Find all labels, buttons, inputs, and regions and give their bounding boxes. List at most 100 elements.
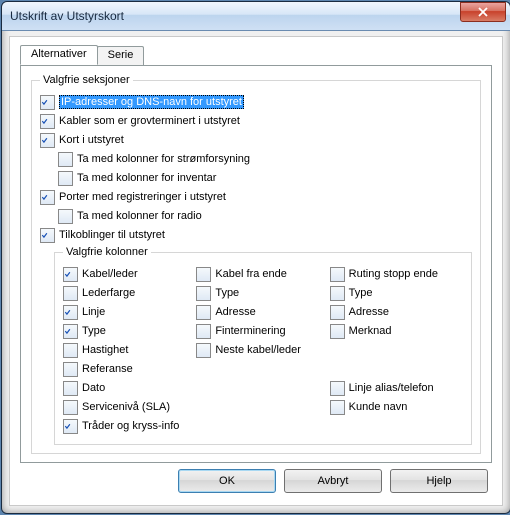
client-area: Alternativer Serie Valgfrie seksjoner IP… [9,36,503,506]
checkbox-icon [196,324,211,339]
col-sla[interactable]: Servicenivå (SLA) [63,398,196,416]
col-alias[interactable]: Linje alias/telefon [330,379,463,397]
button-bar: OK Avbryt Hjelp [178,469,488,493]
tab-alternativer[interactable]: Alternativer [20,45,98,65]
col-label: Dato [82,382,105,394]
col-label: Adresse [215,306,255,318]
column-2: Kabel fra ende Type Adresse Fintermineri… [196,264,329,436]
option-ip-label: IP-adresser og DNS-navn for utstyret [59,95,244,109]
group-columns-legend: Valgfrie kolonner [63,246,151,258]
checkbox-icon [330,400,345,415]
option-ip[interactable]: IP-adresser og DNS-navn for utstyret [40,93,472,111]
col-label: Type [82,325,106,337]
close-icon [478,7,488,17]
checkbox-icon [58,171,73,186]
col-kunde[interactable]: Kunde navn [330,398,463,416]
checkbox-icon [330,324,345,339]
col-type3[interactable]: Type [330,284,463,302]
col-trader[interactable]: Tråder og kryss-info [63,417,196,435]
help-button[interactable]: Hjelp [390,469,488,493]
checkbox-icon [196,267,211,282]
checkbox-icon [58,209,73,224]
col-merknad[interactable]: Merknad [330,322,463,340]
checkbox-icon [40,133,55,148]
col-adresse3[interactable]: Adresse [330,303,463,321]
button-label: Avbryt [318,475,349,487]
col-type2[interactable]: Type [196,284,329,302]
cancel-button[interactable]: Avbryt [284,469,382,493]
col-label: Kunde navn [349,401,408,413]
checkbox-icon [40,114,55,129]
option-porter[interactable]: Porter med registreringer i utstyret [40,188,472,206]
close-button[interactable] [460,2,506,22]
window-title: Utskrift av Utstyrskort [10,9,460,23]
col-label: Finterminering [215,325,285,337]
col-label: Neste kabel/leder [215,344,301,356]
checkbox-icon [63,362,78,377]
col-linje[interactable]: Linje [63,303,196,321]
option-kort[interactable]: Kort i utstyret [40,131,472,149]
checkbox-icon [63,419,78,434]
option-porter-radio[interactable]: Ta med kolonner for radio [58,207,472,225]
group-columns: Valgfrie kolonner Kabel/leder Lederfarge… [54,246,472,445]
col-finterminering[interactable]: Finterminering [196,322,329,340]
col-hastighet[interactable]: Hastighet [63,341,196,359]
checkbox-icon [63,400,78,415]
option-porter-label: Porter med registreringer i utstyret [59,191,226,203]
col-kabel-fra[interactable]: Kabel fra ende [196,265,329,283]
checkbox-icon [63,267,78,282]
option-tilkoblinger[interactable]: Tilkoblinger til utstyret [40,226,472,244]
col-label: Lederfarge [82,287,135,299]
checkbox-icon [196,286,211,301]
col-dato[interactable]: Dato [63,379,196,397]
col-kabel[interactable]: Kabel/leder [63,265,196,283]
titlebar: Utskrift av Utstyrskort [2,2,510,31]
checkbox-icon [63,286,78,301]
col-label: Type [349,287,373,299]
option-kort-power-label: Ta med kolonner for strømforsyning [77,153,250,165]
col-label: Linje [82,306,105,318]
col-referanse[interactable]: Referanse [63,360,196,378]
checkbox-icon [63,343,78,358]
dialog-window: Utskrift av Utstyrskort Alternativer Ser… [1,1,510,514]
checkbox-icon [63,381,78,396]
col-label: Linje alias/telefon [349,382,434,394]
col-label: Merknad [349,325,392,337]
group-sections: Valgfrie seksjoner IP-adresser og DNS-na… [31,74,481,454]
col-label: Tråder og kryss-info [82,420,179,432]
col-ruting[interactable]: Ruting stopp ende [330,265,463,283]
col-adresse2[interactable]: Adresse [196,303,329,321]
button-label: Hjelp [426,475,451,487]
col-label: Type [215,287,239,299]
col-type1[interactable]: Type [63,322,196,340]
col-label: Referanse [82,363,133,375]
checkbox-icon [196,305,211,320]
tab-serie[interactable]: Serie [97,46,145,66]
option-kort-power[interactable]: Ta med kolonner for strømforsyning [58,150,472,168]
option-kabler[interactable]: Kabler som er grovterminert i utstyret [40,112,472,130]
checkbox-icon [63,324,78,339]
tab-label: Alternativer [31,48,87,60]
checkbox-icon [40,190,55,205]
tabstrip: Alternativer Serie [20,45,143,65]
column-3: Ruting stopp ende Type Adresse Merknad .… [330,264,463,436]
option-kort-inv-label: Ta med kolonner for inventar [77,172,216,184]
option-kort-inv[interactable]: Ta med kolonner for inventar [58,169,472,187]
checkbox-icon [330,381,345,396]
option-kabler-label: Kabler som er grovterminert i utstyret [59,115,240,127]
ok-button[interactable]: OK [178,469,276,493]
checkbox-icon [330,267,345,282]
checkbox-icon [63,305,78,320]
column-1: Kabel/leder Lederfarge Linje Type Hastig… [63,264,196,436]
tab-label: Serie [108,49,134,61]
columns-container: Kabel/leder Lederfarge Linje Type Hastig… [63,264,463,436]
checkbox-icon [40,95,55,110]
col-label: Servicenivå (SLA) [82,401,170,413]
col-lederfarge[interactable]: Lederfarge [63,284,196,302]
checkbox-icon [196,343,211,358]
col-neste[interactable]: Neste kabel/leder [196,341,329,359]
group-sections-legend: Valgfrie seksjoner [40,74,133,86]
col-label: Adresse [349,306,389,318]
option-porter-radio-label: Ta med kolonner for radio [77,210,202,222]
col-label: Kabel/leder [82,268,138,280]
